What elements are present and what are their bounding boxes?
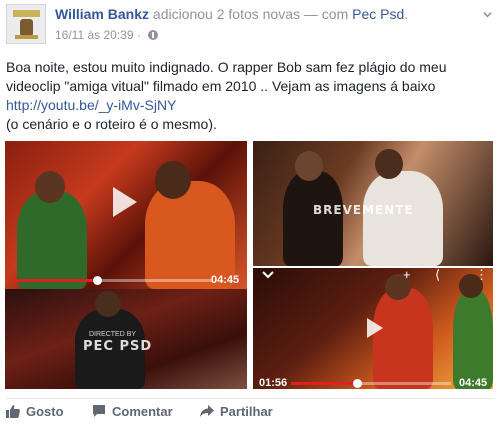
video-progress-fill	[291, 382, 357, 385]
comment-label: Comentar	[112, 404, 173, 419]
play-icon[interactable]	[367, 318, 383, 338]
avatar-logo-top	[13, 10, 40, 17]
person-white-shirt	[363, 171, 443, 266]
person-head	[35, 171, 65, 203]
share-label: Partilhar	[220, 404, 273, 419]
post-header: William Bankz adicionou 2 fotos novas — …	[0, 0, 500, 50]
post-timestamp[interactable]: 16/11 às 20:39 ·	[55, 28, 141, 42]
photo-video-4[interactable]: + ⟨ ⋮ 01:56 04:45	[253, 268, 493, 389]
photo-video-2[interactable]: BREVEMENTE	[253, 141, 493, 266]
photo-video-3[interactable]: DIRECTED BY PEC PSD	[5, 289, 247, 389]
post-body: Boa noite, estou muito indignado. O rapp…	[6, 58, 494, 134]
thumbs-up-icon	[6, 405, 20, 418]
share-button[interactable]: Partilhar	[200, 404, 273, 424]
video-progress-bar[interactable]	[291, 379, 451, 388]
post-body-text: Boa noite, estou muito indignado. O rapp…	[6, 59, 447, 94]
video-watermark: BREVEMENTE	[313, 203, 414, 217]
avatar-logo-base	[15, 35, 38, 39]
video-progress-knob[interactable]	[93, 276, 102, 285]
plus-icon[interactable]: +	[403, 268, 411, 281]
person-head	[375, 149, 403, 179]
person-orange-jacket	[145, 181, 235, 289]
person-head	[295, 151, 323, 181]
share-arrow-icon	[200, 405, 214, 417]
video-progress-knob[interactable]	[352, 379, 362, 388]
person-red-outfit	[373, 288, 433, 389]
post-action-text: adicionou 2 fotos novas — com	[152, 6, 349, 22]
post-title: William Bankz adicionou 2 fotos novas — …	[55, 6, 408, 22]
youtube-link[interactable]: http://youtu.be/_y-iMv-SjNY	[6, 97, 176, 113]
person-head	[155, 161, 191, 199]
avatar[interactable]	[6, 4, 46, 44]
post-body-note: (o cenário e o roteiro é o mesmo).	[6, 116, 217, 132]
chevron-down-icon[interactable]	[261, 270, 275, 280]
video-progress-fill	[13, 279, 97, 282]
video-duration: 04:45	[459, 377, 488, 389]
share-icon[interactable]: ⟨	[435, 268, 440, 281]
post-meta: 16/11 às 20:39 ·	[55, 28, 159, 42]
comment-button[interactable]: Comentar	[92, 404, 173, 424]
video-duration: 04:45	[211, 274, 240, 286]
tagged-user[interactable]: Pec Psd	[352, 6, 404, 22]
person-woman	[283, 171, 343, 266]
like-button[interactable]: Gosto	[6, 404, 64, 424]
avatar-logo-figure	[20, 19, 33, 35]
video-current-time: 01:56	[259, 377, 288, 389]
photo-grid: 04:45 BREVEMENTE DIRECTED BY PEC PSD + ⟨…	[5, 141, 493, 389]
chevron-down-icon[interactable]	[483, 10, 492, 19]
person-green-shirt	[453, 290, 493, 389]
comment-icon	[93, 405, 105, 417]
like-label: Gosto	[26, 404, 64, 419]
person-green-sweater	[17, 191, 87, 289]
more-icon[interactable]: ⋮	[475, 268, 488, 281]
divider	[6, 398, 494, 399]
play-icon[interactable]	[113, 187, 137, 217]
photo-video-1[interactable]: 04:45	[5, 141, 247, 289]
post-actions: Gosto Comentar Partilhar	[0, 402, 500, 426]
person-head	[95, 291, 121, 317]
globe-icon[interactable]	[148, 30, 159, 40]
video-watermark-credit: DIRECTED BY	[89, 331, 137, 338]
title-period: .	[404, 6, 409, 22]
video-progress-bar[interactable]	[13, 276, 213, 285]
video-watermark: PEC PSD	[83, 339, 153, 354]
author-name[interactable]: William Bankz	[55, 6, 149, 22]
